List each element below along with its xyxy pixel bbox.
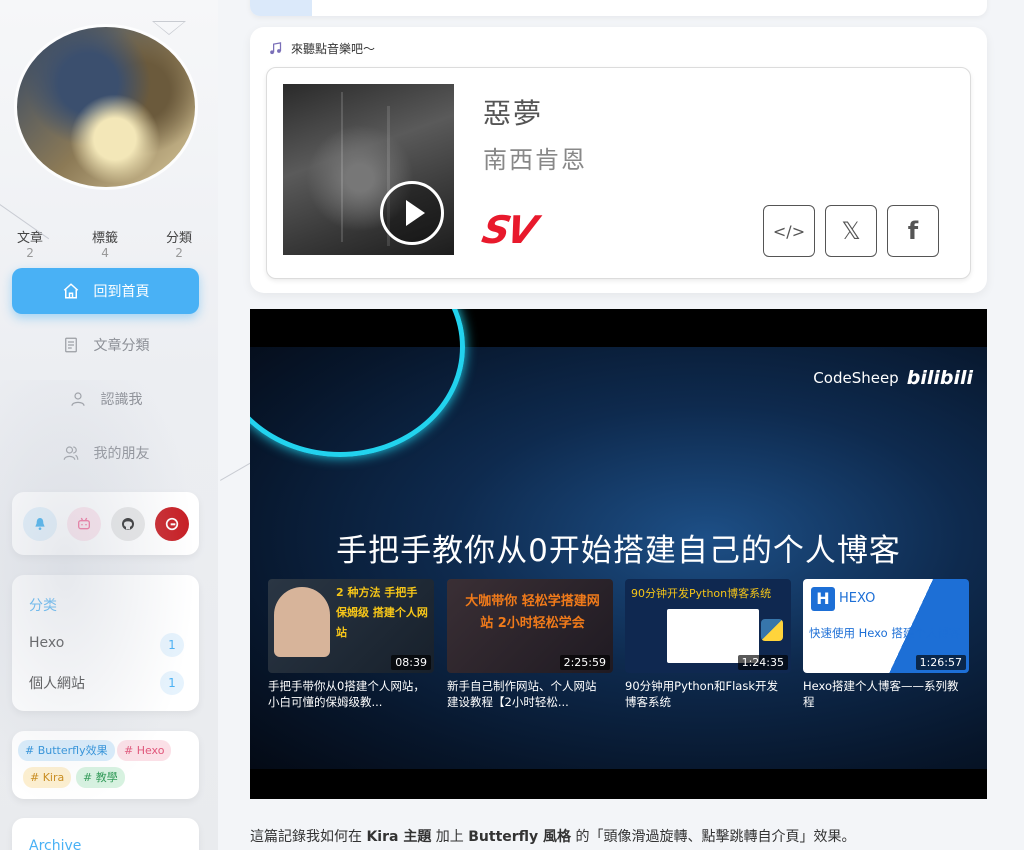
music-card-header: 來聽點音樂吧～	[268, 40, 375, 57]
tags-card: # Butterfly效果 # Hexo # Kira # 教學	[12, 731, 199, 799]
play-button[interactable]	[380, 181, 444, 245]
category-item[interactable]: Hexo 1	[29, 633, 184, 657]
audio-progress-bar[interactable]	[250, 0, 987, 16]
stat-tags[interactable]: 標籤 4	[92, 227, 118, 259]
decorative-ring	[250, 309, 465, 457]
music-card: 來聽點音樂吧～ 惡夢 南西肯恩 SV </> 𝕏 f	[250, 27, 987, 293]
thumbnail-overlay-text: 2 种方法 手把手 保姆级 搭建个人网站	[336, 586, 428, 639]
menu-item-about[interactable]: 認識我	[12, 376, 199, 422]
social-links-card	[12, 492, 199, 555]
stat-categories[interactable]: 分類 2	[166, 227, 192, 259]
presenter-image	[274, 587, 330, 657]
video-duration: 08:39	[391, 655, 431, 670]
stat-value: 4	[101, 246, 109, 260]
artist-name: 南西肯恩	[483, 146, 587, 174]
video-thumbnail[interactable]: 90分钟开发Python博客系统 1:24:35	[625, 579, 791, 673]
categories-card: 分类 Hexo 1 個人網站 1	[12, 575, 199, 711]
stat-value: 2	[26, 246, 34, 260]
embed-code-button[interactable]: </>	[763, 205, 815, 257]
menu-item-friends[interactable]: 我的朋友	[12, 430, 199, 476]
menu-item-home[interactable]: 回到首頁	[12, 268, 199, 314]
video-caption[interactable]: 手把手带你从0搭建个人网站，小白可懂的保姆级教...	[268, 678, 428, 710]
user-icon	[70, 392, 85, 406]
video-duration: 1:26:57	[915, 655, 966, 670]
video-caption[interactable]: Hexo搭建个人博客——系列教程	[803, 678, 963, 710]
video-frame: CodeSheep bilibili 手把手教你从0开始搭建自己的个人博客 2 …	[250, 309, 987, 769]
video-thumbnail[interactable]: 大咖带你 轻松学搭建网站 2小时轻松学会 2:25:59	[447, 579, 613, 673]
archive-title[interactable]: Archive	[29, 838, 81, 850]
share-x-button[interactable]: 𝕏	[825, 205, 877, 257]
video-caption[interactable]: 新手自己制作网站、个人网站建设教程【2小时轻松...	[447, 678, 607, 710]
intro-bold: Kira 主題	[366, 829, 432, 845]
code-icon: </>	[772, 221, 806, 241]
tag-chip[interactable]: # Kira	[23, 767, 72, 788]
video-title: 手把手教你从0开始搭建自己的个人博客	[336, 533, 901, 569]
album-cover	[283, 84, 454, 255]
video-thumbnail[interactable]: 2 种方法 手把手 保姆级 搭建个人网站 08:39	[268, 579, 434, 673]
avatar[interactable]	[17, 27, 195, 187]
home-icon	[63, 283, 78, 299]
menu-item-label: 我的朋友	[93, 446, 150, 462]
python-icon	[761, 619, 783, 641]
avatar-container[interactable]	[17, 27, 195, 187]
menu-item-label: 文章分類	[93, 338, 150, 354]
category-item[interactable]: 個人網站 1	[29, 671, 184, 695]
channel-name: CodeSheep	[813, 369, 899, 387]
category-name: Hexo	[29, 635, 65, 651]
bilibili-logo: bilibili	[906, 367, 973, 389]
stat-value: 2	[175, 246, 183, 260]
menu-item-label: 認識我	[100, 392, 143, 408]
video-duration: 2:25:59	[559, 655, 610, 670]
github-icon[interactable]	[110, 506, 145, 541]
video-caption[interactable]: 90分钟用Python和Flask开发博客系统	[625, 678, 785, 710]
document-icon	[64, 337, 77, 353]
category-count: 1	[160, 671, 184, 695]
thumbnail-overlay-text: 快速使用 Hexo 搭建个人博客	[809, 626, 961, 640]
qq-bell-icon[interactable]	[22, 506, 57, 541]
sidebar: 文章 2 標籤 4 分類 2 回到首頁 文章分類 認識我 我的朋友 分类 Hex…	[0, 0, 218, 850]
thumbnail-overlay-text: 大咖带你 轻松学搭建网站 2小时轻松学会	[465, 594, 600, 631]
song-title: 惡夢	[483, 97, 544, 130]
category-count: 1	[160, 633, 184, 657]
share-facebook-button[interactable]: f	[887, 205, 939, 257]
hexo-logo-text: HEXO	[839, 591, 876, 606]
stat-label: 分類	[166, 231, 193, 246]
music-player-embed: 惡夢 南西肯恩 SV </> 𝕏 f	[266, 67, 971, 279]
video-brand: CodeSheep bilibili	[813, 367, 973, 389]
video-embed[interactable]: CodeSheep bilibili 手把手教你从0开始搭建自己的个人博客 2 …	[250, 309, 987, 799]
menu-item-categories[interactable]: 文章分類	[12, 322, 199, 368]
stat-label: 標籤	[92, 231, 119, 246]
video-thumbnail[interactable]: H HEXO 快速使用 Hexo 搭建个人博客 1:26:57	[803, 579, 969, 673]
hexo-logo-icon: H	[811, 587, 835, 611]
facebook-icon: f	[907, 217, 919, 245]
x-twitter-icon: 𝕏	[841, 217, 861, 245]
menu-item-label: 回到首頁	[93, 284, 150, 300]
friends-icon	[63, 446, 78, 460]
tag-chip[interactable]: # Butterfly效果	[18, 740, 115, 761]
archive-card: Archive	[12, 818, 199, 850]
tag-chip[interactable]: # Hexo	[117, 740, 172, 761]
intro-text: 這篇記錄我如何在	[250, 829, 367, 845]
music-note-icon	[270, 42, 282, 55]
article-intro: 這篇記錄我如何在 Kira 主題 加上 Butterfly 風格 的「頭像滑過旋…	[250, 826, 856, 846]
category-name: 個人網站	[29, 676, 85, 692]
progress-fill	[250, 0, 312, 16]
music-card-title: 來聽點音樂吧～	[291, 42, 376, 56]
bilibili-icon[interactable]	[66, 506, 101, 541]
thumbnail-overlay-text: 90分钟开发Python博客系统	[631, 587, 772, 600]
categories-title: 分类	[29, 598, 57, 614]
video-duration: 1:24:35	[737, 655, 788, 670]
tag-chip[interactable]: # 教學	[76, 767, 125, 788]
intro-text: 加上	[431, 829, 469, 845]
sidebar-menu: 回到首頁 文章分類 認識我 我的朋友	[12, 268, 199, 484]
gitee-icon[interactable]	[154, 506, 189, 541]
intro-text: 的「頭像滑過旋轉、點擊跳轉自介頁」效果。	[571, 829, 856, 845]
intro-bold: Butterfly 風格	[468, 829, 572, 845]
streetvoice-logo[interactable]: SV	[478, 208, 538, 252]
